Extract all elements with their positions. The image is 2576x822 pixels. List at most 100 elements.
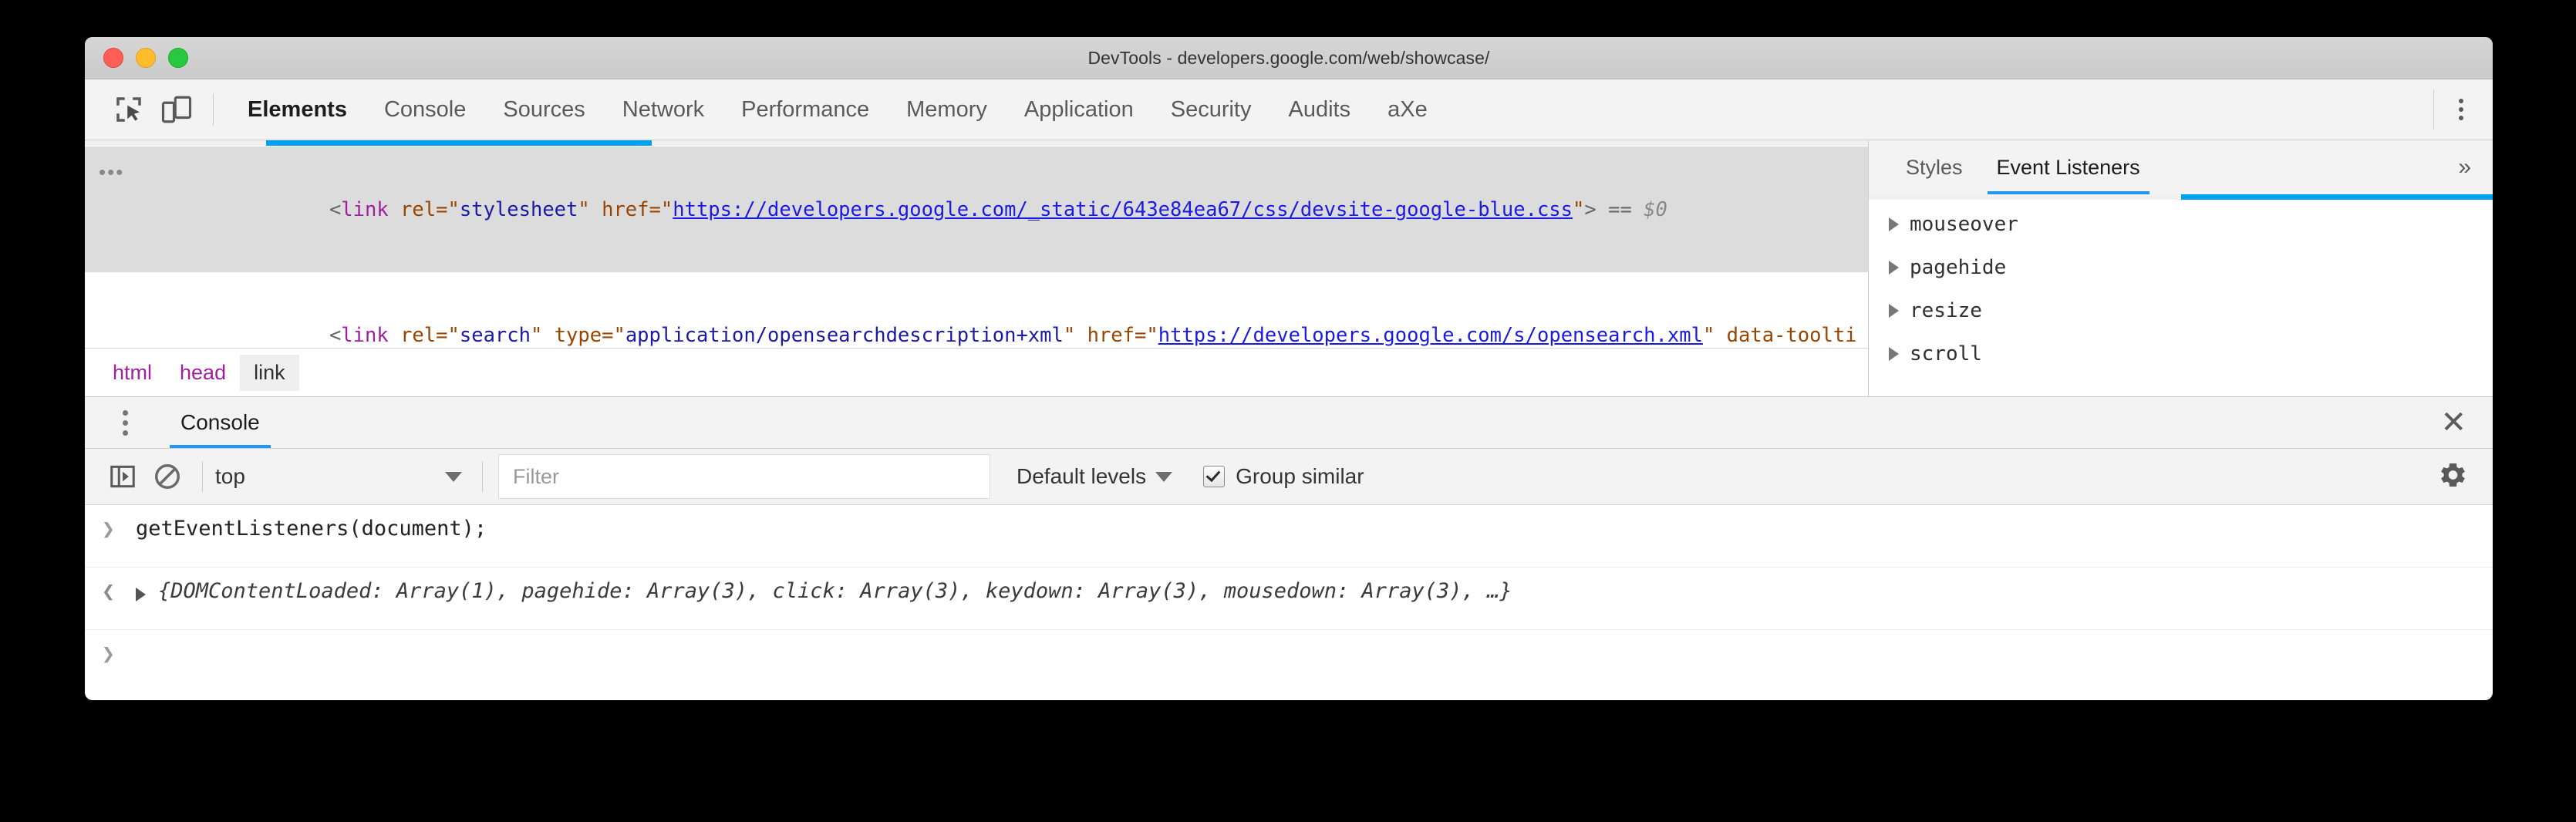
inspect-element-icon[interactable] [105, 86, 153, 133]
toolbar-divider [202, 461, 203, 492]
attr-href-quote: " [1573, 198, 1584, 221]
clear-console-icon[interactable] [145, 454, 190, 499]
attr-rel-eq: =" [436, 198, 460, 221]
breadcrumb-item-html[interactable]: html [99, 355, 166, 391]
chevron-double-right-icon[interactable]: » [2436, 154, 2493, 180]
group-similar-toggle[interactable]: Group similar [1203, 464, 1364, 489]
filter-placeholder: Filter [513, 465, 559, 489]
dom-scrollbar-thumb[interactable] [266, 140, 652, 146]
attr-type-name: type [542, 324, 602, 347]
tab-axe[interactable]: aXe [1369, 79, 1446, 140]
listener-item-scroll[interactable]: scroll [1869, 332, 2493, 376]
toolbar-divider [213, 93, 214, 126]
console-prompt-row[interactable]: ❯ [85, 630, 2493, 692]
tab-performance[interactable]: Performance [723, 79, 888, 140]
listener-label: scroll [1910, 342, 1982, 366]
tab-elements[interactable]: Elements [229, 79, 366, 140]
tab-security[interactable]: Security [1152, 79, 1270, 140]
attr-rel-name-2: rel [389, 324, 436, 347]
device-toolbar-icon[interactable] [153, 86, 201, 133]
dom-horizontal-scrollbar[interactable] [85, 140, 1868, 146]
listener-item-pagehide[interactable]: pagehide [1869, 246, 2493, 289]
drawer-tab-console[interactable]: Console [170, 397, 271, 448]
title-bar: DevTools - developers.google.com/web/sho… [85, 37, 2493, 79]
node-ellipsis[interactable]: ••• [99, 153, 124, 192]
expand-triangle-icon[interactable] [1889, 261, 1899, 275]
execution-context-dropdown[interactable]: top [215, 454, 470, 499]
listener-horizontal-scrollbar[interactable] [1869, 194, 2493, 200]
expand-triangle-icon[interactable] [1889, 217, 1899, 231]
group-similar-label: Group similar [1236, 464, 1364, 489]
breadcrumb-item-head[interactable]: head [166, 355, 240, 391]
tab-sources[interactable]: Sources [484, 79, 603, 140]
close-icon[interactable]: ✕ [2440, 407, 2466, 438]
selected-marker: == [1597, 198, 1644, 221]
console-output: ❯ getEventListeners(document); ❮ {DOMCon… [85, 505, 2493, 692]
attr-href-name: href [590, 198, 649, 221]
execution-context-value: top [215, 464, 445, 489]
attr-rel-value-2: search [460, 324, 531, 347]
listener-label: resize [1910, 299, 1982, 322]
listener-scrollbar-thumb[interactable] [2181, 194, 2493, 200]
chevron-down-icon[interactable] [445, 472, 462, 482]
listener-label: mouseover [1910, 213, 2018, 236]
listener-label: pagehide [1910, 256, 2006, 279]
listener-item-resize[interactable]: resize [1869, 289, 2493, 332]
tab-audits[interactable]: Audits [1270, 79, 1370, 140]
console-output-row[interactable]: ❮ {DOMContentLoaded: Array(1), pagehide:… [85, 568, 2493, 630]
stylesheet-href-link[interactable]: https://developers.google.com/_static/64… [673, 198, 1573, 221]
sidebar-tab-styles[interactable]: Styles [1889, 140, 1980, 194]
tab-console[interactable]: Console [366, 79, 484, 140]
devtools-window: DevTools - developers.google.com/web/sho… [85, 37, 2493, 700]
tab-application[interactable]: Application [1006, 79, 1152, 140]
console-filter-input[interactable]: Filter [498, 454, 990, 499]
attr-type-value: application/opensearchdescription+xml [625, 324, 1064, 347]
attr-rel-quote-2: " [531, 324, 542, 347]
console-sidebar-toggle-icon[interactable] [100, 454, 145, 499]
elements-panel: ••• <link rel="stylesheet" href="https:/… [85, 140, 2493, 396]
close-window-button[interactable] [103, 48, 123, 68]
prompt-marker: ❯ [102, 636, 136, 672]
attr-rel-quote: " [578, 198, 589, 221]
console-toolbar: top Filter Default levels Group similar [85, 449, 2493, 505]
maximize-window-button[interactable] [168, 48, 188, 68]
tab-memory[interactable]: Memory [888, 79, 1006, 140]
expand-triangle-icon[interactable] [136, 588, 146, 601]
breadcrumb-item-link[interactable]: link [240, 355, 299, 391]
log-levels-dropdown[interactable]: Default levels [1017, 464, 1180, 489]
opensearch-href-link[interactable]: https://developers.google.com/s/opensear… [1158, 324, 1703, 347]
kebab-menu-icon[interactable] [2440, 86, 2482, 133]
tag-name: link [341, 198, 388, 221]
dollar-zero-ref: $0 [1644, 198, 1667, 221]
chevron-down-icon[interactable] [1155, 472, 1172, 482]
attr-href-eq-2: =" [1135, 324, 1158, 347]
dom-node-selected[interactable]: ••• <link rel="stylesheet" href="https:/… [85, 147, 1868, 272]
gear-icon[interactable] [2437, 460, 2468, 494]
sidebar-tab-event-listeners[interactable]: Event Listeners [1980, 140, 2157, 194]
kebab-menu-icon[interactable] [102, 397, 148, 448]
sidebar-tab-bar: Styles Event Listeners » [1869, 140, 2493, 195]
tag-name-2: link [341, 324, 388, 347]
listener-item-mouseover[interactable]: mouseover [1869, 203, 2493, 246]
group-similar-checkbox[interactable] [1203, 466, 1225, 487]
attr-href-name-2: href [1075, 324, 1135, 347]
elements-sidebar: Styles Event Listeners » mouseover pageh… [1868, 140, 2493, 396]
console-input-row[interactable]: ❯ getEventListeners(document); [85, 505, 2493, 568]
expand-triangle-icon[interactable] [1889, 304, 1899, 318]
dom-tree-pane: ••• <link rel="stylesheet" href="https:/… [85, 140, 1868, 396]
toolbar-divider-2 [482, 461, 483, 492]
devtools-tab-bar: Elements Console Sources Network Perform… [85, 79, 2493, 140]
attr-type-quote: " [1064, 324, 1075, 347]
breadcrumb: html head link [85, 348, 1868, 396]
window-controls [103, 37, 188, 79]
tab-network[interactable]: Network [604, 79, 723, 140]
tag-close-bracket: > [1584, 198, 1596, 221]
attr-rel-value: stylesheet [460, 198, 578, 221]
attr-rel-name: rel [389, 198, 436, 221]
drawer-header: Console ✕ [85, 397, 2493, 449]
console-drawer: Console ✕ top [85, 396, 2493, 692]
expand-triangle-icon[interactable] [1889, 347, 1899, 361]
output-result-marker: ❮ [102, 574, 136, 609]
input-prompt-marker: ❯ [102, 511, 136, 547]
minimize-window-button[interactable] [136, 48, 156, 68]
